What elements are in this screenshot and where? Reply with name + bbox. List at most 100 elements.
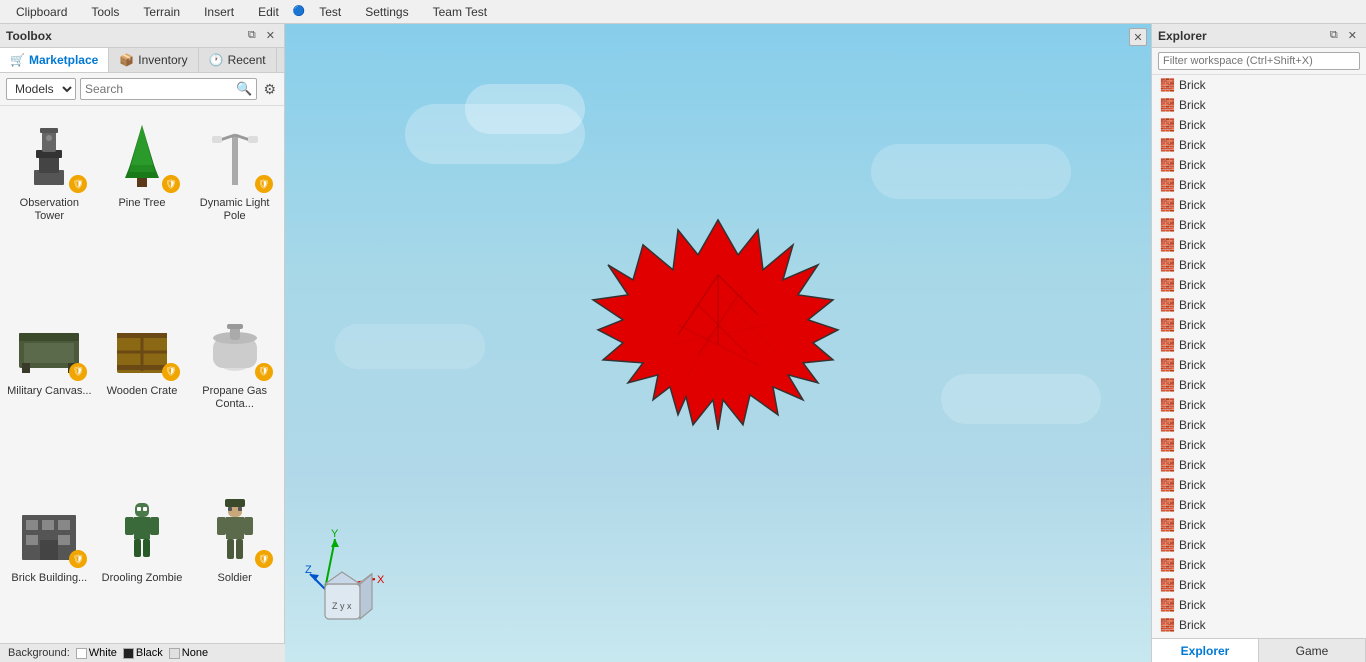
menu-terrain[interactable]: Terrain bbox=[131, 3, 192, 21]
list-item[interactable]: 🛡 Dynamic Light Pole bbox=[189, 110, 280, 296]
brick-icon: 🧱 bbox=[1160, 138, 1175, 152]
menu-edit[interactable]: Edit bbox=[246, 3, 291, 21]
bg-black-option[interactable]: Black bbox=[123, 647, 163, 659]
svg-text:Y: Y bbox=[331, 529, 339, 540]
tab-recent[interactable]: 🕐 Recent bbox=[199, 48, 277, 72]
tab-inventory[interactable]: 📦 Inventory bbox=[109, 48, 198, 72]
menu-teamtest[interactable]: Team Test bbox=[421, 3, 499, 21]
filter-button[interactable]: ⚙ bbox=[261, 79, 278, 100]
explorer-list-item[interactable]: 🧱Brick bbox=[1152, 215, 1366, 235]
explorer-list-item[interactable]: 🧱Brick bbox=[1152, 495, 1366, 515]
search-button[interactable]: 🔍 bbox=[236, 81, 252, 97]
list-item[interactable]: 🛡 Observation Tower bbox=[4, 110, 95, 296]
brick-icon: 🧱 bbox=[1160, 98, 1175, 112]
explorer-list-item[interactable]: 🧱Brick bbox=[1152, 595, 1366, 615]
explorer-list-item[interactable]: 🧱Brick bbox=[1152, 275, 1366, 295]
item-label: Dynamic Light Pole bbox=[192, 197, 277, 223]
list-item[interactable]: 🛡 Propane Gas Conta... bbox=[189, 298, 280, 484]
tab-game[interactable]: Game bbox=[1259, 639, 1366, 662]
brick-icon: 🧱 bbox=[1160, 258, 1175, 272]
explorer-list-item[interactable]: 🧱Brick bbox=[1152, 235, 1366, 255]
cloud bbox=[335, 324, 485, 369]
item-badge: 🛡 bbox=[69, 550, 87, 568]
bg-white-option[interactable]: White bbox=[76, 647, 117, 659]
list-item[interactable]: 🛡 Brick Building... bbox=[4, 485, 95, 658]
tab-recent-label: Recent bbox=[228, 53, 266, 67]
explorer-list-item[interactable]: 🧱Brick bbox=[1152, 415, 1366, 435]
explorer-close-button[interactable]: ✕ bbox=[1345, 28, 1360, 43]
list-item[interactable]: Drooling Zombie bbox=[97, 485, 188, 658]
explorer-item-label: Brick bbox=[1179, 538, 1206, 552]
list-item[interactable]: 🛡 Soldier bbox=[189, 485, 280, 658]
item-image-wooden-crate: 🛡 bbox=[102, 303, 182, 383]
viewport-close-button[interactable]: ✕ bbox=[1129, 28, 1147, 46]
explorer-list-item[interactable]: 🧱Brick bbox=[1152, 135, 1366, 155]
explorer-list-item[interactable]: 🧱Brick bbox=[1152, 455, 1366, 475]
tab-explorer[interactable]: Explorer bbox=[1152, 639, 1259, 662]
explorer-list-item[interactable]: 🧱Brick bbox=[1152, 335, 1366, 355]
item-image-brick-building: 🛡 bbox=[9, 490, 89, 570]
explorer-search-input[interactable] bbox=[1158, 52, 1360, 70]
explorer-header-controls: ⧉ ✕ bbox=[1327, 28, 1360, 43]
explorer-item-label: Brick bbox=[1179, 198, 1206, 212]
explorer-item-label: Brick bbox=[1179, 318, 1206, 332]
brick-icon: 🧱 bbox=[1160, 338, 1175, 352]
list-item[interactable]: 🛡 Military Canvas... bbox=[4, 298, 95, 484]
explorer-item-label: Brick bbox=[1179, 458, 1206, 472]
toolbox-close-button[interactable]: ✕ bbox=[263, 28, 278, 43]
brick-icon: 🧱 bbox=[1160, 378, 1175, 392]
menu-tools[interactable]: Tools bbox=[79, 3, 131, 21]
menu-test[interactable]: Test bbox=[307, 3, 353, 21]
search-input[interactable] bbox=[85, 82, 236, 96]
toolbox-header: Toolbox ⧉ ✕ bbox=[0, 24, 284, 48]
toolbox-pin-button[interactable]: ⧉ bbox=[245, 28, 259, 43]
item-label: Observation Tower bbox=[7, 197, 92, 223]
menu-bar: Clipboard Tools Terrain Insert Edit 🔵 Te… bbox=[0, 0, 1366, 24]
item-badge: 🛡 bbox=[69, 175, 87, 193]
explorer-list-item[interactable]: 🧱Brick bbox=[1152, 375, 1366, 395]
explorer-list-item[interactable]: 🧱Brick bbox=[1152, 395, 1366, 415]
item-label: Pine Tree bbox=[118, 197, 165, 210]
menu-settings[interactable]: Settings bbox=[353, 3, 420, 21]
explorer-list-item[interactable]: 🧱Brick bbox=[1152, 255, 1366, 275]
explorer-item-label: Brick bbox=[1179, 98, 1206, 112]
explorer-list-item[interactable]: 🧱Brick bbox=[1152, 475, 1366, 495]
bg-white-label: White bbox=[89, 647, 117, 659]
main-container: Toolbox ⧉ ✕ 🛒 Marketplace 📦 Inventory 🕐 … bbox=[0, 24, 1366, 662]
brick-icon: 🧱 bbox=[1160, 78, 1175, 92]
explorer-list-item[interactable]: 🧱Brick bbox=[1152, 175, 1366, 195]
viewport[interactable]: ✕ bbox=[285, 24, 1151, 662]
explorer-list-item[interactable]: 🧱Brick bbox=[1152, 535, 1366, 555]
explorer-list-item[interactable]: 🧱Brick bbox=[1152, 355, 1366, 375]
menu-insert[interactable]: Insert bbox=[192, 3, 246, 21]
list-item[interactable]: 🛡 Pine Tree bbox=[97, 110, 188, 296]
explorer-list-item[interactable]: 🧱Brick bbox=[1152, 435, 1366, 455]
brick-icon: 🧱 bbox=[1160, 238, 1175, 252]
list-item[interactable]: 🛡 Wooden Crate bbox=[97, 298, 188, 484]
explorer-list-item[interactable]: 🧱Brick bbox=[1152, 155, 1366, 175]
bg-none-option[interactable]: None bbox=[169, 647, 208, 659]
tab-marketplace[interactable]: 🛒 Marketplace bbox=[0, 48, 109, 72]
models-dropdown[interactable]: Models Plugins Decals Meshes Audio bbox=[6, 78, 76, 100]
explorer-list-item[interactable]: 🧱Brick bbox=[1152, 515, 1366, 535]
explorer-list-item[interactable]: 🧱Brick bbox=[1152, 115, 1366, 135]
explorer-list-item[interactable]: 🧱Brick bbox=[1152, 555, 1366, 575]
explorer-list-item[interactable]: 🧱Brick bbox=[1152, 615, 1366, 635]
explorer-list-item[interactable]: 🧱Brick bbox=[1152, 315, 1366, 335]
bg-label: Background: bbox=[8, 647, 70, 659]
explorer-bottom-tabs: Explorer Game bbox=[1152, 638, 1366, 662]
explorer-panel: Explorer ⧉ ✕ 🧱 Brick 🧱 Brick 🧱 Brick 🧱 Brick 🧱 Br… bbox=[1151, 24, 1366, 662]
explorer-list-item[interactable]: 🧱Brick bbox=[1152, 295, 1366, 315]
explorer-list-item[interactable]: 🧱Brick bbox=[1152, 195, 1366, 215]
cloud bbox=[871, 144, 1071, 199]
explorer-pin-button[interactable]: ⧉ bbox=[1327, 28, 1341, 43]
explorer-item-label: Brick bbox=[1179, 478, 1206, 492]
item-badge: 🛡 bbox=[255, 175, 273, 193]
menu-clipboard[interactable]: Clipboard bbox=[4, 3, 79, 21]
brick-icon: 🧱 bbox=[1160, 438, 1175, 452]
explorer-list-item[interactable]: 🧱Brick bbox=[1152, 575, 1366, 595]
explorer-list-item[interactable]: 🧱 Brick bbox=[1152, 95, 1366, 115]
brick-icon: 🧱 bbox=[1160, 118, 1175, 132]
toolbox-panel: Toolbox ⧉ ✕ 🛒 Marketplace 📦 Inventory 🕐 … bbox=[0, 24, 285, 662]
explorer-list-item[interactable]: 🧱Brick bbox=[1152, 75, 1366, 95]
